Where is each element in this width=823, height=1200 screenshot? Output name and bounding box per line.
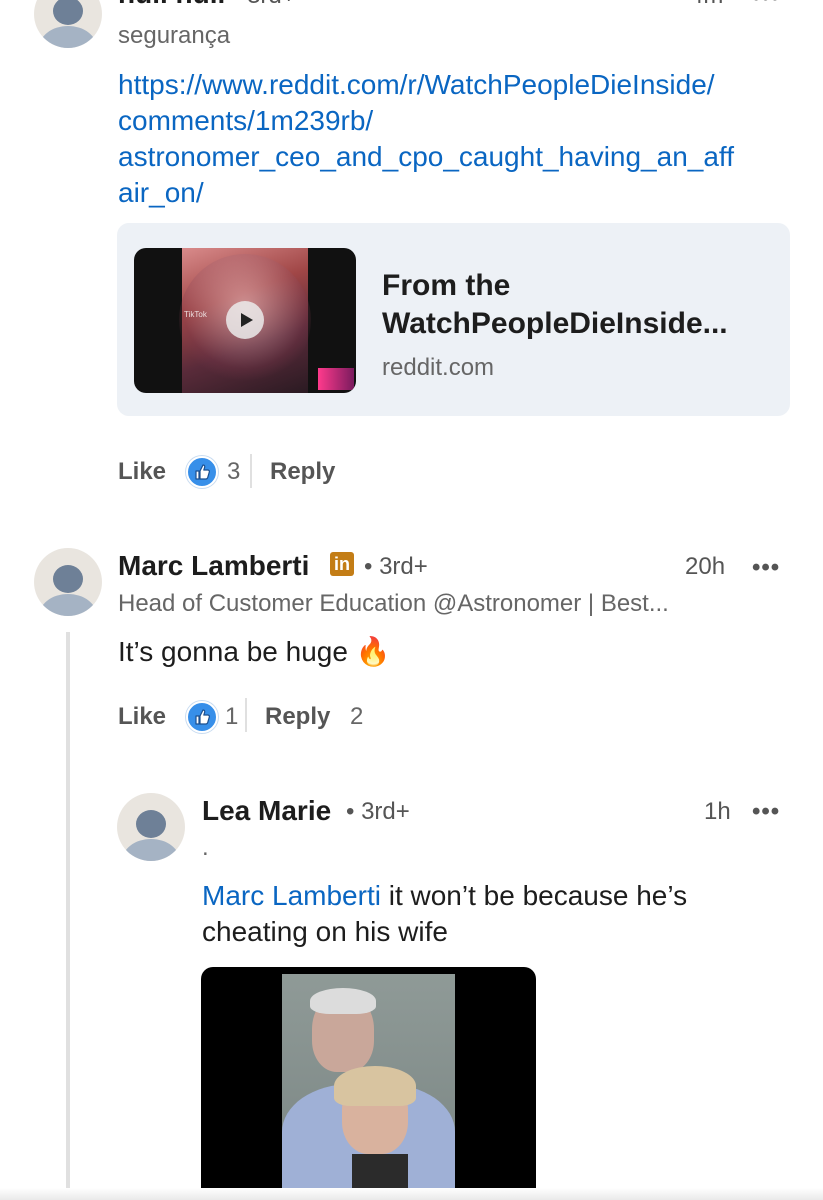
like-reaction-icon[interactable] — [186, 456, 218, 488]
avatar-body — [39, 594, 97, 616]
like-button[interactable]: Like — [118, 703, 166, 731]
more-options-icon[interactable]: ••• — [752, 798, 780, 826]
avatar[interactable] — [34, 548, 102, 616]
connection-degree: 3rd+ — [361, 798, 410, 825]
thumbs-up-glyph — [195, 709, 210, 725]
mention-link[interactable]: Marc Lamberti — [202, 880, 381, 911]
image-photo — [282, 974, 455, 1200]
more-options-icon[interactable]: ••• — [752, 554, 780, 582]
like-button[interactable]: Like — [118, 458, 166, 486]
in-badge-icon: in — [330, 552, 354, 576]
link-line[interactable]: comments/1m239rb/ — [118, 103, 808, 139]
link-line[interactable]: astronomer_ceo_and_cpo_caught_having_an_… — [118, 139, 808, 175]
author-headline: segurança — [118, 22, 231, 49]
play-triangle — [241, 313, 253, 327]
degree-separator: • 3rd+ — [364, 553, 428, 581]
connection-degree: 3rd+ — [379, 553, 428, 580]
link-line[interactable]: air_on/ — [118, 175, 808, 211]
comment-author-name[interactable]: Lea Marie — [202, 795, 331, 827]
reaction-count[interactable]: 1 — [225, 703, 238, 731]
comment-text: Marc Lamberti it won’t be because he’s c… — [202, 878, 802, 950]
bottom-edge — [0, 1188, 823, 1200]
preview-title-line: From the — [382, 269, 511, 302]
avatar-body — [39, 26, 97, 48]
link-preview-card[interactable]: TikTok From the WatchPeopleDieInside... … — [117, 223, 790, 416]
thumbnail-edge-color — [318, 368, 354, 390]
connection-degree: 3rd+ — [247, 0, 296, 9]
more-options-icon[interactable]: ••• — [752, 0, 780, 12]
separator-dot: • — [364, 553, 373, 580]
avatar-head — [53, 565, 83, 593]
man-hair — [310, 988, 376, 1014]
comment-timestamp: 4m — [690, 0, 723, 10]
avatar-head — [53, 0, 83, 25]
play-icon[interactable] — [226, 301, 264, 339]
comment-author-name[interactable]: null null — [118, 0, 225, 10]
preview-title-line: WatchPeopleDieInside... — [382, 307, 728, 340]
reply-button[interactable]: Reply — [265, 703, 330, 731]
avatar[interactable] — [117, 793, 185, 861]
avatar-body — [122, 839, 180, 861]
preview-domain: reddit.com — [382, 354, 495, 381]
tiktok-watermark: TikTok — [184, 310, 207, 319]
comment-text-line: Marc Lamberti it won’t be because he’s — [202, 878, 802, 914]
separator-dot: • — [346, 798, 355, 825]
degree-separator: • 3rd+ — [346, 798, 410, 826]
attached-image[interactable] — [201, 967, 536, 1200]
comment-text: It’s gonna be huge 🔥 — [118, 634, 391, 670]
avatar[interactable] — [34, 0, 102, 48]
video-thumbnail[interactable]: TikTok — [134, 248, 356, 393]
reaction-count[interactable]: 3 — [227, 458, 240, 486]
reply-count[interactable]: 2 — [350, 703, 363, 731]
comment-link[interactable]: https://www.reddit.com/r/WatchPeopleDieI… — [118, 67, 808, 211]
reply-button[interactable]: Reply — [270, 458, 335, 486]
like-reaction-icon[interactable] — [186, 701, 218, 733]
degree-separator: • 3rd+ — [232, 0, 296, 10]
preview-title[interactable]: From the WatchPeopleDieInside... — [382, 267, 728, 343]
avatar-head — [136, 810, 166, 838]
comment-text-content: It’s gonna be huge — [118, 636, 348, 667]
author-headline: . — [202, 834, 209, 861]
author-headline: Head of Customer Education @Astronomer |… — [118, 590, 669, 617]
action-divider — [245, 698, 247, 732]
action-divider — [250, 454, 252, 488]
thumbs-up-glyph — [195, 464, 210, 480]
comment-text-content: cheating on his wife — [202, 916, 448, 947]
comment-text-content: it won’t be because he’s — [380, 880, 688, 911]
thread-line — [66, 632, 70, 1200]
separator-dot: • — [232, 0, 240, 9]
woman-hair — [334, 1066, 416, 1106]
linkedin-premium-badge: in — [330, 552, 354, 576]
fire-emoji-icon: 🔥 — [355, 636, 391, 667]
comment-timestamp: 1h — [704, 798, 731, 825]
comment-author-name[interactable]: Marc Lamberti — [118, 550, 309, 582]
comment-timestamp: 20h — [685, 553, 726, 580]
link-line[interactable]: https://www.reddit.com/r/WatchPeopleDieI… — [118, 67, 808, 103]
